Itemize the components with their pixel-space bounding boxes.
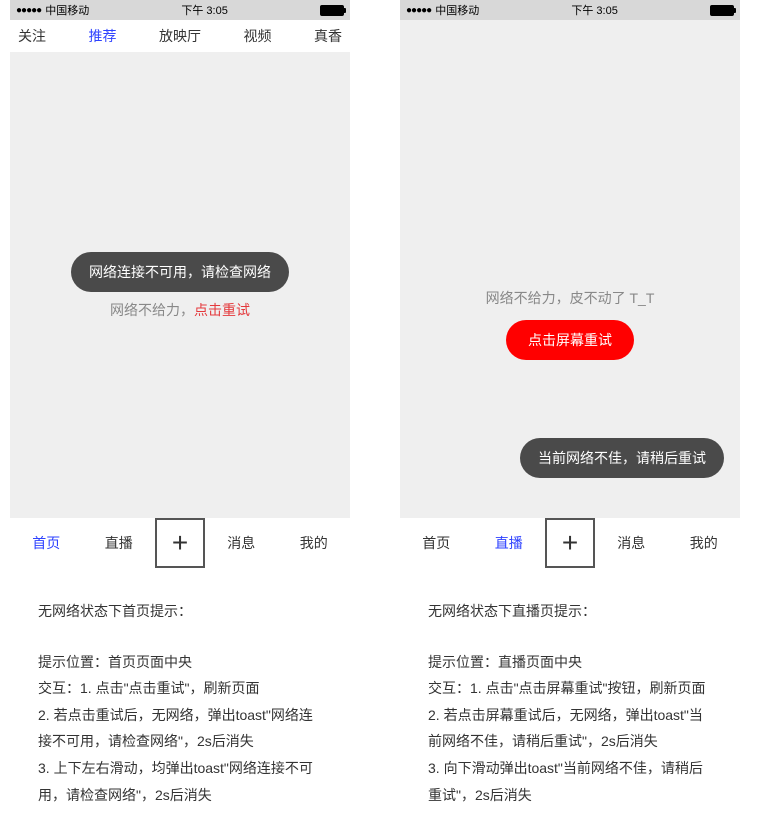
desc-line-1: 交互：1. 点击"点击屏幕重试"按钮，刷新页面: [428, 675, 712, 702]
content-area: 网络不给力，皮不动了 T_T 点击屏幕重试 当前网络不佳，请稍后重试: [400, 20, 740, 518]
status-bar: ●●●●● 中国移动 下午 3:05: [10, 0, 350, 20]
nav-live[interactable]: 直播: [83, 533, 156, 553]
screen-left: ●●●●● 中国移动 下午 3:05 关注 推荐 放映厅 视频 真香 网络连接不…: [10, 0, 350, 568]
signal-icon: ●●●●●: [406, 5, 431, 16]
plus-button[interactable]: +: [155, 518, 205, 568]
nav-home[interactable]: 首页: [400, 533, 473, 553]
carrier-label: 中国移动: [45, 2, 89, 18]
desc-line-0: 提示位置：直播页面中央: [428, 649, 712, 676]
nav-live[interactable]: 直播: [473, 533, 546, 553]
retry-text: 网络不给力，皮不动了 T_T: [486, 288, 655, 308]
plus-icon: +: [172, 527, 188, 559]
desc-line-3: 3. 上下左右滑动，均弹出toast"网络连接不可用，请检查网络"，2s后消失: [38, 755, 322, 808]
battery-icon: [710, 5, 734, 16]
desc-title: 无网络状态下首页提示：: [38, 598, 322, 625]
time-label: 下午 3:05: [181, 2, 227, 18]
desc-line-3: 3. 向下滑动弹出toast"当前网络不佳，请稍后重试"，2s后消失: [428, 755, 712, 808]
plus-button[interactable]: +: [545, 518, 595, 568]
tab-4[interactable]: 真香: [314, 26, 342, 46]
retry-prefix: 网络不给力，: [110, 302, 194, 318]
nav-messages[interactable]: 消息: [205, 533, 278, 553]
status-bar: ●●●●● 中国移动 下午 3:05: [400, 0, 740, 20]
bottom-nav: 首页 直播 + 消息 我的: [10, 518, 350, 568]
retry-row: 网络不给力，点击重试: [110, 300, 250, 320]
tab-1[interactable]: 推荐: [89, 26, 117, 46]
time-label: 下午 3:05: [571, 2, 617, 18]
bottom-nav: 首页 直播 + 消息 我的: [400, 518, 740, 568]
desc-title: 无网络状态下直播页提示：: [428, 598, 712, 625]
desc-line-0: 提示位置：首页页面中央: [38, 649, 322, 676]
retry-button[interactable]: 点击屏幕重试: [506, 320, 634, 360]
description-left: 无网络状态下首页提示： 提示位置：首页页面中央 交互：1. 点击"点击重试"，刷…: [10, 568, 350, 818]
status-left: ●●●●● 中国移动: [16, 2, 89, 18]
plus-icon: +: [562, 527, 578, 559]
status-left: ●●●●● 中国移动: [406, 2, 479, 18]
nav-home[interactable]: 首页: [10, 533, 83, 553]
toast-network-error: 网络连接不可用，请检查网络: [71, 252, 289, 292]
phone-left: ●●●●● 中国移动 下午 3:05 关注 推荐 放映厅 视频 真香 网络连接不…: [10, 0, 350, 818]
tab-2[interactable]: 放映厅: [159, 26, 201, 46]
toast-network-poor: 当前网络不佳，请稍后重试: [520, 438, 724, 478]
tab-3[interactable]: 视频: [244, 26, 272, 46]
carrier-label: 中国移动: [435, 2, 479, 18]
top-tabs: 关注 推荐 放映厅 视频 真香: [10, 20, 350, 52]
phone-right: ●●●●● 中国移动 下午 3:05 网络不给力，皮不动了 T_T 点击屏幕重试…: [400, 0, 740, 818]
description-right: 无网络状态下直播页提示： 提示位置：直播页面中央 交互：1. 点击"点击屏幕重试…: [400, 568, 740, 818]
nav-messages[interactable]: 消息: [595, 533, 668, 553]
content-area: 网络连接不可用，请检查网络 网络不给力，点击重试: [10, 52, 350, 518]
nav-profile[interactable]: 我的: [278, 533, 351, 553]
desc-line-2: 2. 若点击重试后，无网络，弹出toast"网络连接不可用，请检查网络"，2s后…: [38, 702, 322, 755]
signal-icon: ●●●●●: [16, 5, 41, 16]
desc-line-2: 2. 若点击屏幕重试后，无网络，弹出toast"当前网络不佳，请稍后重试"，2s…: [428, 702, 712, 755]
desc-line-1: 交互：1. 点击"点击重试"，刷新页面: [38, 675, 322, 702]
nav-profile[interactable]: 我的: [668, 533, 741, 553]
tab-0[interactable]: 关注: [18, 26, 46, 46]
retry-link[interactable]: 点击重试: [194, 302, 250, 318]
battery-icon: [320, 5, 344, 16]
screen-right: ●●●●● 中国移动 下午 3:05 网络不给力，皮不动了 T_T 点击屏幕重试…: [400, 0, 740, 568]
